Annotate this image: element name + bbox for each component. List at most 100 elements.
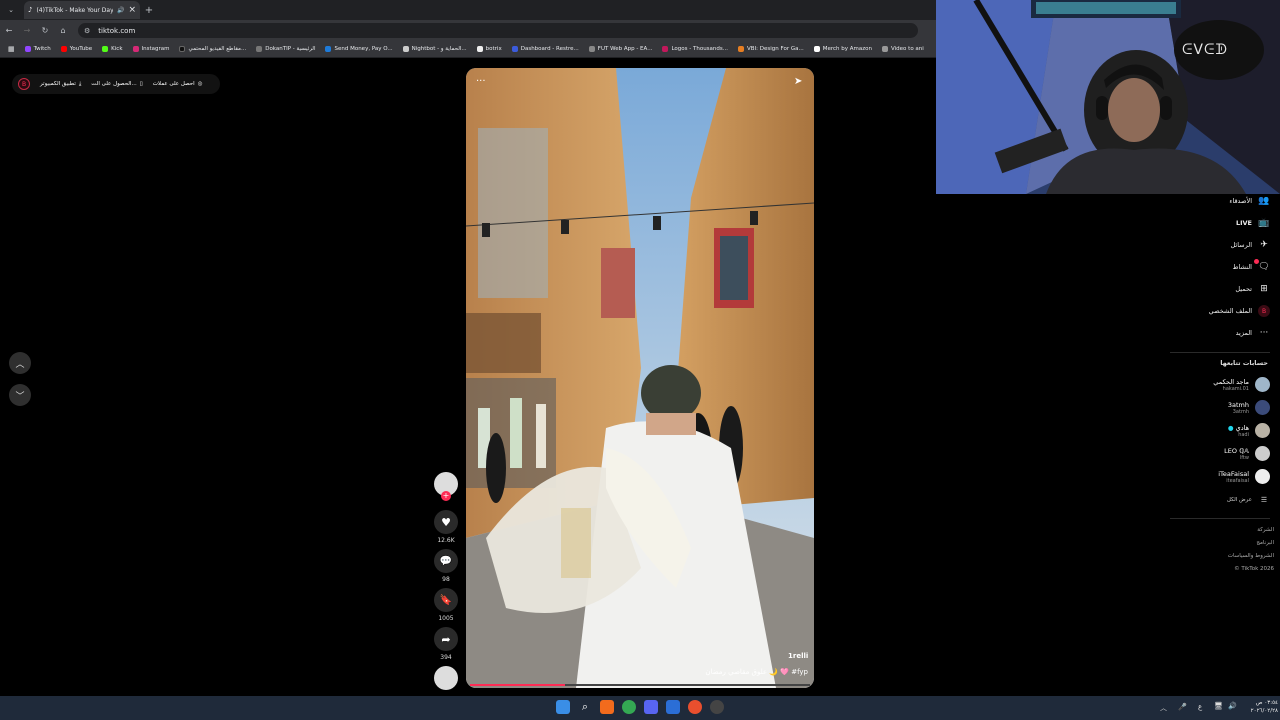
share-button[interactable]: ➦ xyxy=(434,627,458,651)
bookmark-icon: 🔖 xyxy=(439,594,453,606)
bookmark-item[interactable]: Logos - Thousands... xyxy=(662,46,728,52)
clock[interactable]: ٠٣:٥٤ ص ٢٠٢٦/٠٢/٢٨ xyxy=(1240,699,1278,715)
start-icon[interactable] xyxy=(556,700,570,714)
account-name-text: هادي xyxy=(1235,423,1249,432)
get-app-link[interactable]: الحصول على الت... ▯ xyxy=(91,81,142,87)
get-coins-link[interactable]: احصل على عملات ◎ xyxy=(153,81,203,87)
tab-search-icon[interactable]: ⌄ xyxy=(2,6,20,14)
save-button[interactable]: 🔖 xyxy=(434,588,458,612)
account-name: iTeaFaisal xyxy=(1218,469,1249,478)
tab-close-icon[interactable]: × xyxy=(128,5,136,15)
comment-button[interactable]: 💬 xyxy=(434,549,458,573)
new-tab-button[interactable]: + xyxy=(140,5,158,16)
sidebar-item-more[interactable]: المزيد ··· xyxy=(1160,327,1270,339)
url-input[interactable]: ⚙ tiktok.com xyxy=(78,23,918,38)
chevron-down-icon: ﹀ xyxy=(15,391,25,402)
bookmark-item[interactable]: Video to ani xyxy=(882,46,924,52)
sidebar-item-live[interactable]: LIVE 📺 xyxy=(1160,217,1270,229)
app-icon[interactable] xyxy=(710,700,724,714)
sidebar-item-profile[interactable]: الملف الشخصي B xyxy=(1160,305,1270,317)
sidebar-divider xyxy=(1170,518,1270,519)
sound-disc[interactable] xyxy=(434,666,458,690)
bookmark-label: Kick xyxy=(111,46,123,52)
obs-icon[interactable] xyxy=(688,700,702,714)
bookmark-label: FUT Web App - EA... xyxy=(597,46,653,52)
footer-terms-link[interactable]: الشروط والسياسات xyxy=(1228,550,1274,563)
bookmark-item[interactable]: Dashboard - Restre... xyxy=(511,46,579,52)
twitch-icon xyxy=(24,46,31,52)
previous-video-button[interactable]: ︿ xyxy=(9,352,31,374)
sidebar-item-upload[interactable]: تحميل ⊞ xyxy=(1160,283,1270,295)
home-icon[interactable]: ⌂ xyxy=(54,26,72,35)
tab-title: (4)TikTok - Make Your Day xyxy=(36,6,113,14)
footer-program-link[interactable]: البرنامج xyxy=(1228,537,1274,550)
volume-icon[interactable]: 🔊 xyxy=(1228,702,1237,710)
video-caption[interactable]: علوق مقاصي رمضان 🌙 🩷 #fyp xyxy=(705,668,808,676)
bookmark-item[interactable]: FUT Web App - EA... xyxy=(588,46,653,52)
profile-icon: B xyxy=(1258,305,1270,317)
sidebar-item-label: LIVE xyxy=(1235,219,1252,227)
video-watermark: 1relli xyxy=(788,652,809,660)
apps-icon[interactable]: ▦ xyxy=(8,45,15,53)
bookmark-item[interactable]: Kick xyxy=(102,46,123,52)
verified-badge-icon: ● xyxy=(1227,423,1234,432)
bookmark-item[interactable]: VBI: Design For Ga... xyxy=(738,46,804,52)
follow-plus-icon[interactable]: + xyxy=(441,491,451,501)
browser-tab-tiktok[interactable]: ♪ (4)TikTok - Make Your Day 🔊 × xyxy=(24,1,140,19)
language-indicator[interactable]: ع xyxy=(1198,703,1202,711)
bookmark-item[interactable]: Merch by Amazon xyxy=(813,46,872,52)
discord-icon[interactable] xyxy=(644,700,658,714)
account-handle: hakami.01 xyxy=(1222,385,1249,392)
bookmark-item[interactable]: Nightbot - الحماية و... xyxy=(402,46,467,52)
network-icon[interactable]: 🖥 xyxy=(1214,702,1223,710)
microphone-icon[interactable]: 🎤 xyxy=(1178,703,1187,711)
sidebar-divider xyxy=(1170,352,1270,353)
sidebar-item-label: الأصدقاء xyxy=(1229,197,1252,205)
following-account[interactable]: iTeaFaisal iteafaisal xyxy=(1150,469,1270,484)
brave-icon[interactable] xyxy=(600,700,614,714)
bookmark-item[interactable]: Twitch xyxy=(24,46,51,52)
bookmark-item[interactable]: DokanTIP - الرئيسية xyxy=(256,46,315,52)
following-account[interactable]: ماجد الحكمي hakami.01 xyxy=(1150,377,1270,392)
chrome-icon[interactable] xyxy=(622,700,636,714)
back-icon[interactable]: ← xyxy=(0,26,18,35)
paypal-icon xyxy=(325,46,332,52)
bookmark-label: Send Money, Pay O... xyxy=(334,46,393,52)
following-account[interactable]: 3atmh 3atmh xyxy=(1150,400,1270,415)
desktop-app-link[interactable]: تطبيق الكمبيوتر ⤓ xyxy=(40,81,81,88)
phone-icon: ▯ xyxy=(139,81,143,87)
site-info-icon[interactable]: ⚙ xyxy=(84,27,90,35)
webcam-overlay-text: ᕮᐯᕮᗫ xyxy=(1182,42,1229,58)
profile-avatar-icon[interactable]: B xyxy=(18,78,30,90)
bookmark-item[interactable]: botrix xyxy=(476,46,502,52)
bookmark-item[interactable]: مقاطع الفيديو المحتمي... xyxy=(179,46,246,52)
footer-company-link[interactable]: الشركة xyxy=(1228,524,1274,537)
bookmark-item[interactable]: Send Money, Pay O... xyxy=(325,46,393,52)
send-icon[interactable]: ➤ xyxy=(794,76,802,87)
bookmark-item[interactable]: Instagram xyxy=(132,46,169,52)
see-all-link[interactable]: عرض الكل ☰ xyxy=(1160,494,1270,506)
following-account[interactable]: LEO ℚ𝔸 lftw xyxy=(1150,446,1270,461)
see-all-label: عرض الكل xyxy=(1226,497,1252,503)
activity-icon: 🗨 xyxy=(1258,262,1270,272)
forward-icon[interactable]: → xyxy=(18,26,36,35)
video-player[interactable]: ··· ➤ 1relli علوق مقاصي رمضان 🌙 🩷 #fyp xyxy=(466,68,814,688)
speaker-icon[interactable]: 🔊 xyxy=(117,7,124,14)
following-account[interactable]: ● هادي hadi xyxy=(1150,423,1270,438)
bookmark-label: Video to ani xyxy=(891,46,924,52)
account-handle: iteafaisal xyxy=(1226,477,1249,484)
youtube-icon xyxy=(60,46,67,52)
friends-icon: 👥 xyxy=(1258,196,1270,206)
sidebar-item-friends[interactable]: الأصدقاء 👥 xyxy=(1160,195,1270,207)
reload-icon[interactable]: ↻ xyxy=(36,26,54,35)
bookmark-label: Nightbot - الحماية و... xyxy=(411,46,467,52)
tray-chevron-icon[interactable]: ︿ xyxy=(1160,703,1167,713)
like-button[interactable]: ♥ xyxy=(434,510,458,534)
bookmark-item[interactable]: YouTube xyxy=(60,46,92,52)
next-video-button[interactable]: ﹀ xyxy=(9,384,31,406)
search-icon[interactable]: ⌕ xyxy=(578,700,592,714)
video-more-icon[interactable]: ··· xyxy=(476,76,486,87)
live-icon: 📺 xyxy=(1258,218,1270,228)
app-icon[interactable] xyxy=(666,700,680,714)
sidebar-item-messages[interactable]: الرسائل ✈ xyxy=(1160,239,1270,251)
